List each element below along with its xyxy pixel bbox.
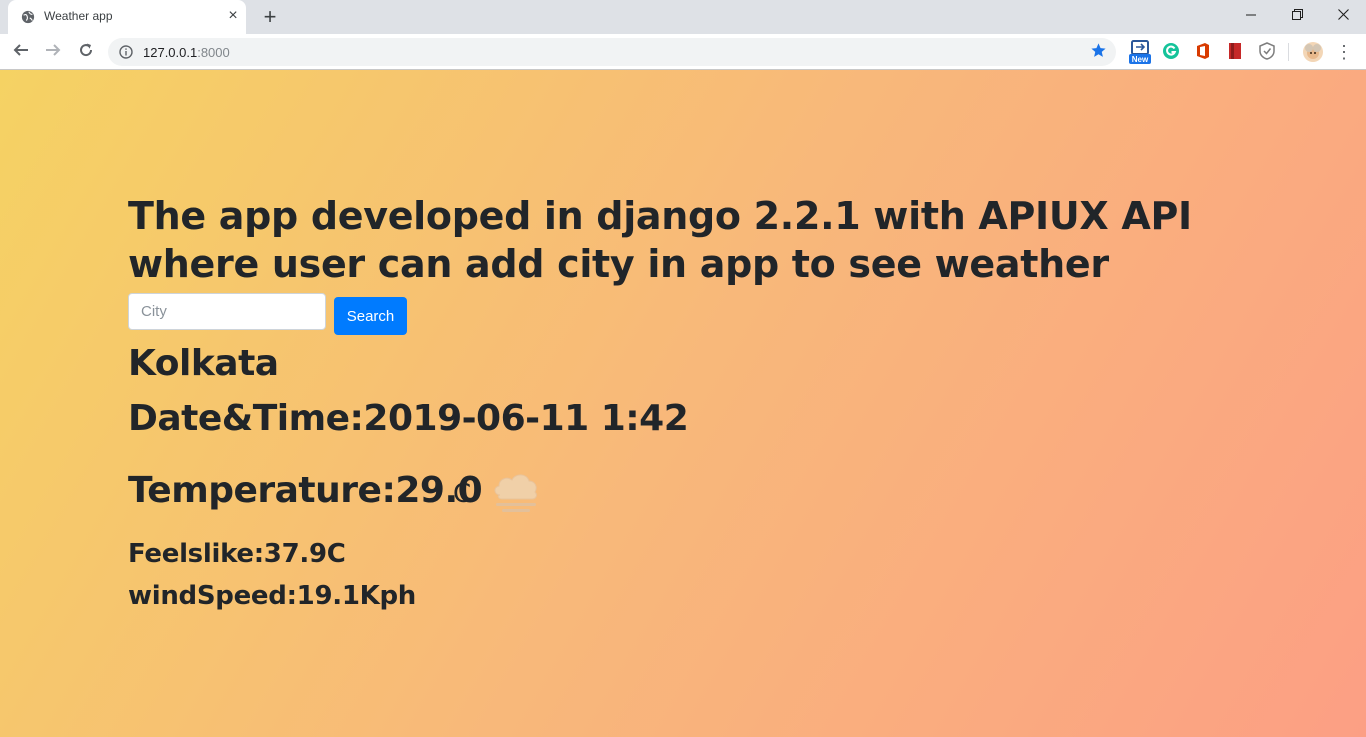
- arrow-right-icon: [46, 44, 61, 56]
- temperature-unit: C: [453, 479, 472, 509]
- url-host: 127.0.0.1: [143, 45, 198, 60]
- office-icon[interactable]: [1194, 42, 1212, 60]
- feelslike: Feelslike:37.9C: [128, 539, 346, 569]
- new-badge-extension-icon[interactable]: New: [1129, 40, 1151, 64]
- cloud-fog-icon: [494, 474, 537, 512]
- globe-icon: [21, 10, 35, 24]
- profile-avatar-icon[interactable]: [1302, 41, 1324, 63]
- temperature-value: Temperature:29.0: [128, 470, 483, 511]
- minimize-button[interactable]: [1228, 0, 1274, 30]
- minimize-icon: [1246, 14, 1256, 16]
- search-button[interactable]: Search: [334, 297, 407, 335]
- city-search-input[interactable]: [128, 293, 326, 330]
- back-button[interactable]: [9, 40, 33, 64]
- new-tab-button[interactable]: +: [258, 5, 282, 29]
- reload-button[interactable]: [74, 40, 98, 64]
- browser-tab[interactable]: Weather app ×: [8, 0, 246, 34]
- tab-title: Weather app: [44, 9, 113, 23]
- maximize-button[interactable]: [1274, 0, 1320, 30]
- browser-tabbar: Weather app × +: [0, 0, 1366, 34]
- reload-icon: [80, 43, 93, 57]
- close-icon: [1337, 9, 1349, 20]
- url-text[interactable]: 127.0.0.1:8000: [143, 45, 230, 60]
- date-time: Date&Time:2019-06-11 1:42: [128, 398, 689, 439]
- close-tab-icon[interactable]: ×: [225, 8, 241, 24]
- close-window-button[interactable]: [1320, 0, 1366, 30]
- page-content: The app developed in django 2.2.1 with A…: [0, 70, 1366, 737]
- info-icon[interactable]: [119, 45, 133, 59]
- bookmark-star-icon[interactable]: [1090, 42, 1107, 59]
- wind-speed: windSpeed:19.1Kph: [128, 581, 416, 611]
- browser-toolbar: 127.0.0.1:8000 New ⋮: [0, 34, 1366, 70]
- arrow-left-icon: [13, 44, 28, 56]
- new-badge-label: New: [1132, 55, 1149, 64]
- city-name: Kolkata: [128, 343, 279, 384]
- address-bar[interactable]: 127.0.0.1:8000: [108, 38, 1116, 66]
- url-port: :8000: [197, 45, 230, 60]
- grammarly-icon[interactable]: [1162, 42, 1180, 60]
- restore-icon: [1291, 9, 1303, 20]
- toolbar-divider: [1288, 43, 1289, 61]
- shield-icon[interactable]: [1258, 42, 1276, 60]
- bookmark-red-icon[interactable]: [1226, 42, 1244, 60]
- browser-menu-button[interactable]: ⋮: [1332, 40, 1356, 64]
- forward-button[interactable]: [41, 40, 65, 64]
